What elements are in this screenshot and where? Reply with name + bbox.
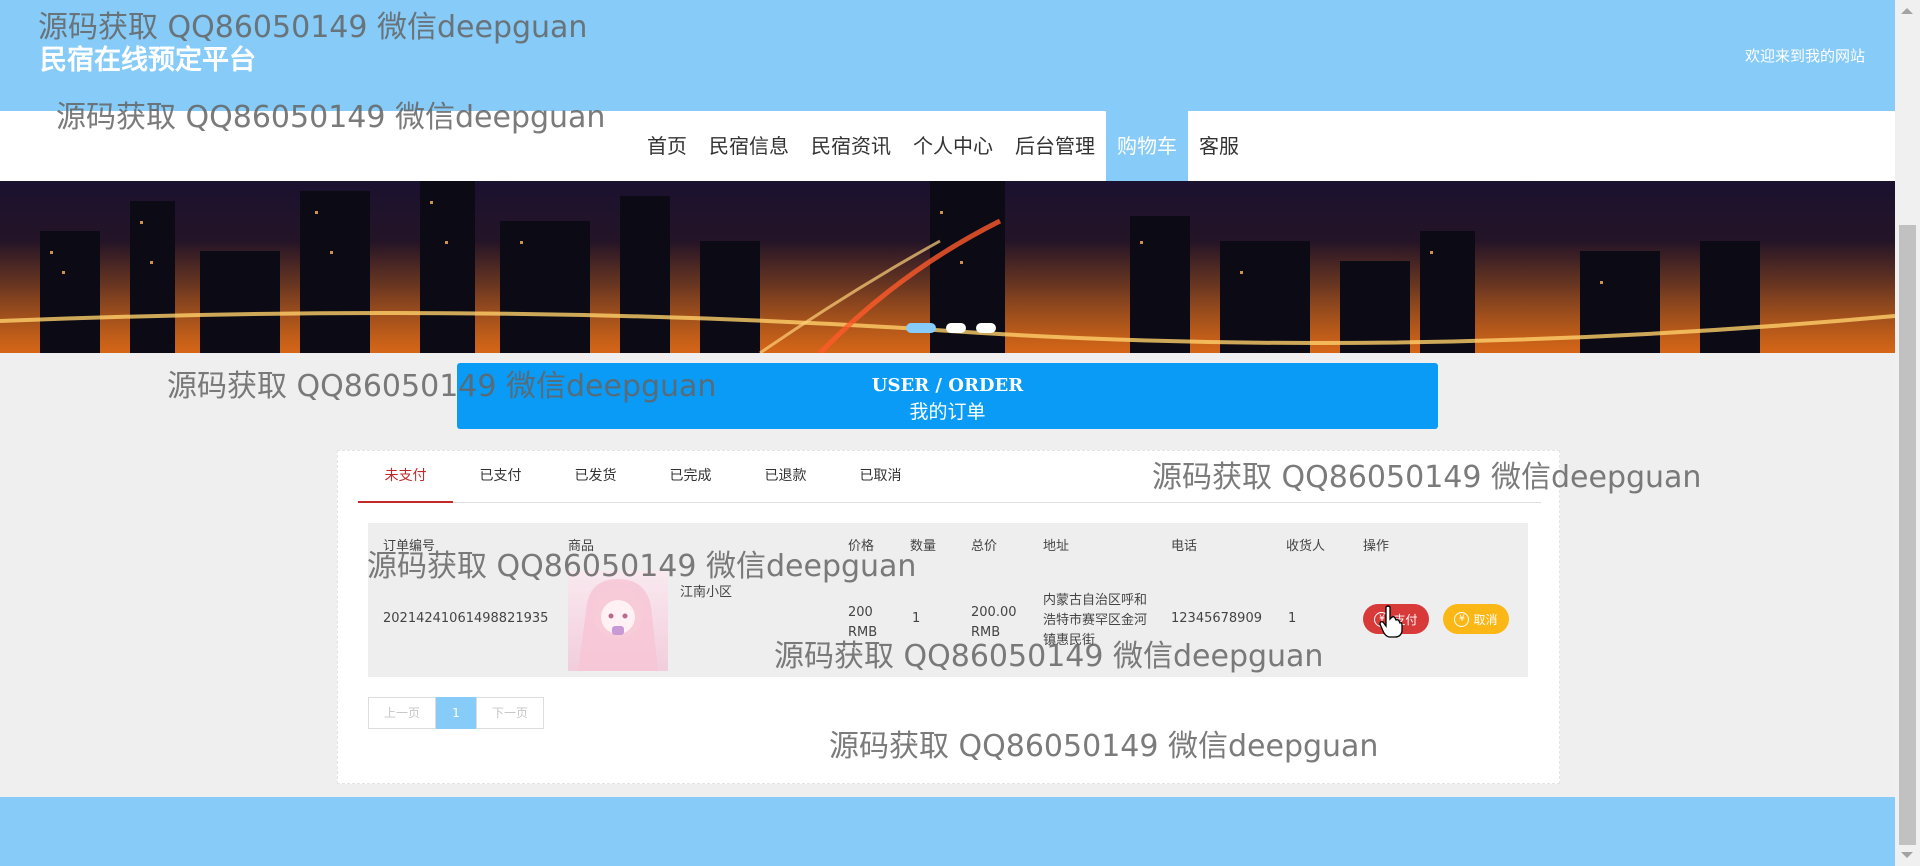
- tab-unpaid[interactable]: 未支付: [358, 451, 453, 503]
- nav-item-service[interactable]: 客服: [1188, 111, 1250, 181]
- phone-value: 12345678909: [1171, 611, 1262, 626]
- site-footer: [0, 797, 1895, 866]
- col-actions: 操作: [1363, 539, 1390, 554]
- banner-carousel[interactable]: [0, 181, 1895, 353]
- order-number: 20214241061498821935: [383, 611, 549, 626]
- qty-value: 1: [912, 611, 921, 626]
- scrollbar-thumb[interactable]: [1899, 225, 1916, 845]
- nav-item-homestay-news[interactable]: 民宿资讯: [800, 111, 902, 181]
- nav-item-personal-center[interactable]: 个人中心: [902, 111, 1004, 181]
- watermark: 源码获取 QQ86050149 微信deepguan: [829, 729, 1379, 764]
- carousel-dot-1[interactable]: [906, 323, 936, 333]
- nav-item-admin[interactable]: 后台管理: [1004, 111, 1106, 181]
- col-total: 总价: [971, 539, 998, 554]
- watermark: 源码获取 QQ86050149 微信deepguan: [56, 100, 606, 135]
- page-1-button[interactable]: 1: [436, 697, 476, 729]
- carousel-dot-3[interactable]: [976, 323, 996, 333]
- cancel-button[interactable]: ¥ 取消: [1443, 604, 1509, 634]
- product-image[interactable]: [568, 571, 668, 671]
- tab-cancelled[interactable]: 已取消: [833, 451, 928, 502]
- tab-refunded[interactable]: 已退款: [738, 451, 833, 502]
- pagination: 上一页 1 下一页: [368, 697, 544, 729]
- col-phone: 电话: [1171, 539, 1198, 554]
- receiver-value: 1: [1288, 611, 1297, 626]
- scroll-down-arrow-icon[interactable]: [1901, 852, 1913, 858]
- watermark: 源码获取 QQ86050149 微信deepguan: [167, 369, 717, 404]
- next-page-button[interactable]: 下一页: [476, 697, 544, 729]
- cancel-button-label: 取消: [1473, 612, 1498, 627]
- watermark: 源码获取 QQ86050149 微信deepguan: [38, 10, 588, 45]
- nav-item-cart[interactable]: 购物车: [1106, 111, 1188, 181]
- watermark: 源码获取 QQ86050149 微信deepguan: [1152, 460, 1702, 495]
- yen-icon: ¥: [1454, 611, 1470, 627]
- carousel-dot-2[interactable]: [946, 323, 966, 333]
- prev-page-button[interactable]: 上一页: [368, 697, 436, 729]
- watermark: 源码获取 QQ86050149 微信deepguan: [774, 639, 1324, 674]
- watermark: 源码获取 QQ86050149 微信deepguan: [367, 549, 917, 584]
- hand-cursor-icon: [1379, 605, 1403, 638]
- tab-completed[interactable]: 已完成: [643, 451, 738, 502]
- tab-paid[interactable]: 已支付: [453, 451, 548, 502]
- nav-item-homestay-info[interactable]: 民宿信息: [698, 111, 800, 181]
- scroll-up-arrow-icon[interactable]: [1901, 8, 1913, 14]
- welcome-text: 欢迎来到我的网站: [1744, 47, 1865, 65]
- col-address: 地址: [1043, 539, 1070, 554]
- tab-shipped[interactable]: 已发货: [548, 451, 643, 502]
- col-receiver: 收货人: [1286, 539, 1326, 554]
- page-scrollbar[interactable]: [1895, 0, 1920, 866]
- carousel-dots: [906, 323, 996, 333]
- nav-item-home[interactable]: 首页: [636, 111, 698, 181]
